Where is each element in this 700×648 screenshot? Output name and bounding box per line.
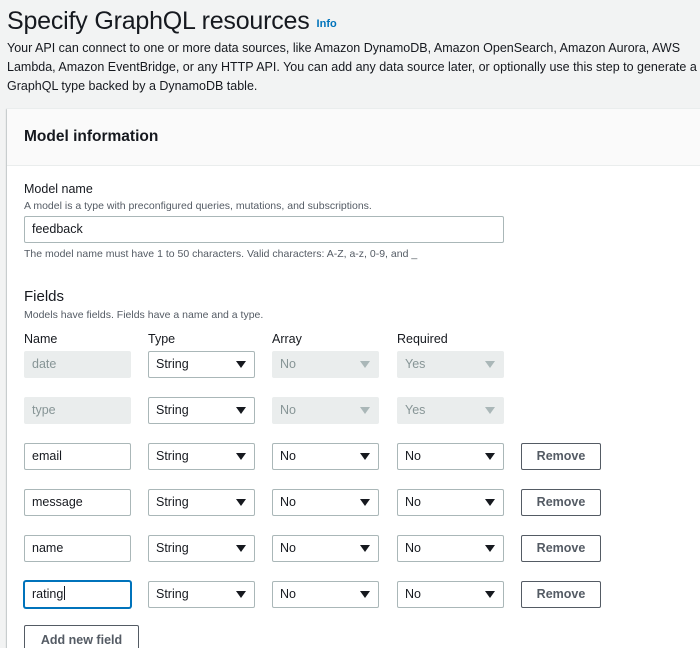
field-type-select[interactable]: String <box>148 535 255 562</box>
field-name-input: date <box>24 351 131 378</box>
field-name-input[interactable]: email <box>24 443 131 470</box>
field-type-value: String <box>156 449 189 463</box>
page-title: Specify GraphQL resources <box>7 7 310 35</box>
field-array-select: No <box>272 351 379 378</box>
caret-down-icon <box>236 453 246 460</box>
caret-down-icon <box>485 499 495 506</box>
field-array-value: No <box>280 495 296 509</box>
remove-field-button[interactable]: Remove <box>521 443 601 470</box>
caret-down-icon <box>360 591 370 598</box>
caret-down-icon <box>485 545 495 552</box>
column-header-required: Required <box>397 332 448 346</box>
column-header-type: Type <box>148 332 176 346</box>
remove-field-button[interactable]: Remove <box>521 535 601 562</box>
caret-down-icon <box>360 453 370 460</box>
fields-description: Models have fields. Fields have a name a… <box>24 309 264 321</box>
field-array-select[interactable]: No <box>272 535 379 562</box>
field-array-value: No <box>280 403 296 417</box>
text-cursor <box>64 586 66 600</box>
field-name-input[interactable]: message <box>24 489 131 516</box>
field-array-value: No <box>280 587 296 601</box>
field-name-input[interactable]: name <box>24 535 131 562</box>
model-name-input[interactable]: feedback <box>24 216 504 243</box>
field-required-value: No <box>405 449 421 463</box>
page-description: Your API can connect to one or more data… <box>7 41 697 93</box>
field-array-select[interactable]: No <box>272 581 379 608</box>
caret-down-icon <box>236 591 246 598</box>
field-required-value: No <box>405 495 421 509</box>
field-name-value: rating <box>32 587 64 601</box>
field-array-select: No <box>272 397 379 424</box>
field-required-value: Yes <box>405 403 426 417</box>
field-array-value: No <box>280 449 296 463</box>
field-type-select[interactable]: String <box>148 443 255 470</box>
field-required-select[interactable]: No <box>397 535 504 562</box>
field-required-select[interactable]: No <box>397 581 504 608</box>
field-required-select: Yes <box>397 397 504 424</box>
remove-field-button[interactable]: Remove <box>521 489 601 516</box>
field-array-select[interactable]: No <box>272 443 379 470</box>
field-type-value: String <box>156 587 189 601</box>
field-type-select[interactable]: String <box>148 397 255 424</box>
caret-down-icon <box>360 499 370 506</box>
field-array-value: No <box>280 541 296 555</box>
field-type-value: String <box>156 403 189 417</box>
remove-field-button[interactable]: Remove <box>521 581 601 608</box>
field-type-value: String <box>156 357 189 371</box>
field-type-value: String <box>156 541 189 555</box>
page-header: Specify GraphQL resources Info Your API … <box>7 6 697 96</box>
field-array-value: No <box>280 357 296 371</box>
model-information-panel: Model information Model name A model is … <box>7 108 700 648</box>
caret-down-icon <box>236 499 246 506</box>
caret-down-icon <box>236 407 246 414</box>
field-array-select[interactable]: No <box>272 489 379 516</box>
model-name-constraint: The model name must have 1 to 50 charact… <box>24 248 418 260</box>
field-required-value: Yes <box>405 357 426 371</box>
field-required-value: No <box>405 541 421 555</box>
model-name-description: A model is a type with preconfigured que… <box>24 200 372 212</box>
field-type-value: String <box>156 495 189 509</box>
caret-down-icon <box>360 361 370 368</box>
column-header-name: Name <box>24 332 58 346</box>
add-new-field-button[interactable]: Add new field <box>24 625 139 648</box>
field-name-input[interactable]: rating <box>24 581 131 608</box>
panel-title: Model information <box>24 128 159 145</box>
caret-down-icon <box>360 545 370 552</box>
caret-down-icon <box>485 361 495 368</box>
caret-down-icon <box>485 591 495 598</box>
panel-header: Model information <box>7 109 700 166</box>
field-required-select[interactable]: No <box>397 489 504 516</box>
field-type-select[interactable]: String <box>148 489 255 516</box>
field-type-select[interactable]: String <box>148 581 255 608</box>
caret-down-icon <box>485 407 495 414</box>
fields-heading: Fields <box>24 288 65 305</box>
info-link[interactable]: Info <box>317 18 337 30</box>
title-row: Specify GraphQL resources Info <box>7 6 697 36</box>
field-name-input: type <box>24 397 131 424</box>
column-header-array: Array <box>272 332 302 346</box>
caret-down-icon <box>360 407 370 414</box>
field-type-select[interactable]: String <box>148 351 255 378</box>
caret-down-icon <box>485 453 495 460</box>
model-name-label: Model name <box>24 182 93 196</box>
caret-down-icon <box>236 545 246 552</box>
field-required-select: Yes <box>397 351 504 378</box>
field-required-select[interactable]: No <box>397 443 504 470</box>
caret-down-icon <box>236 361 246 368</box>
field-required-value: No <box>405 587 421 601</box>
